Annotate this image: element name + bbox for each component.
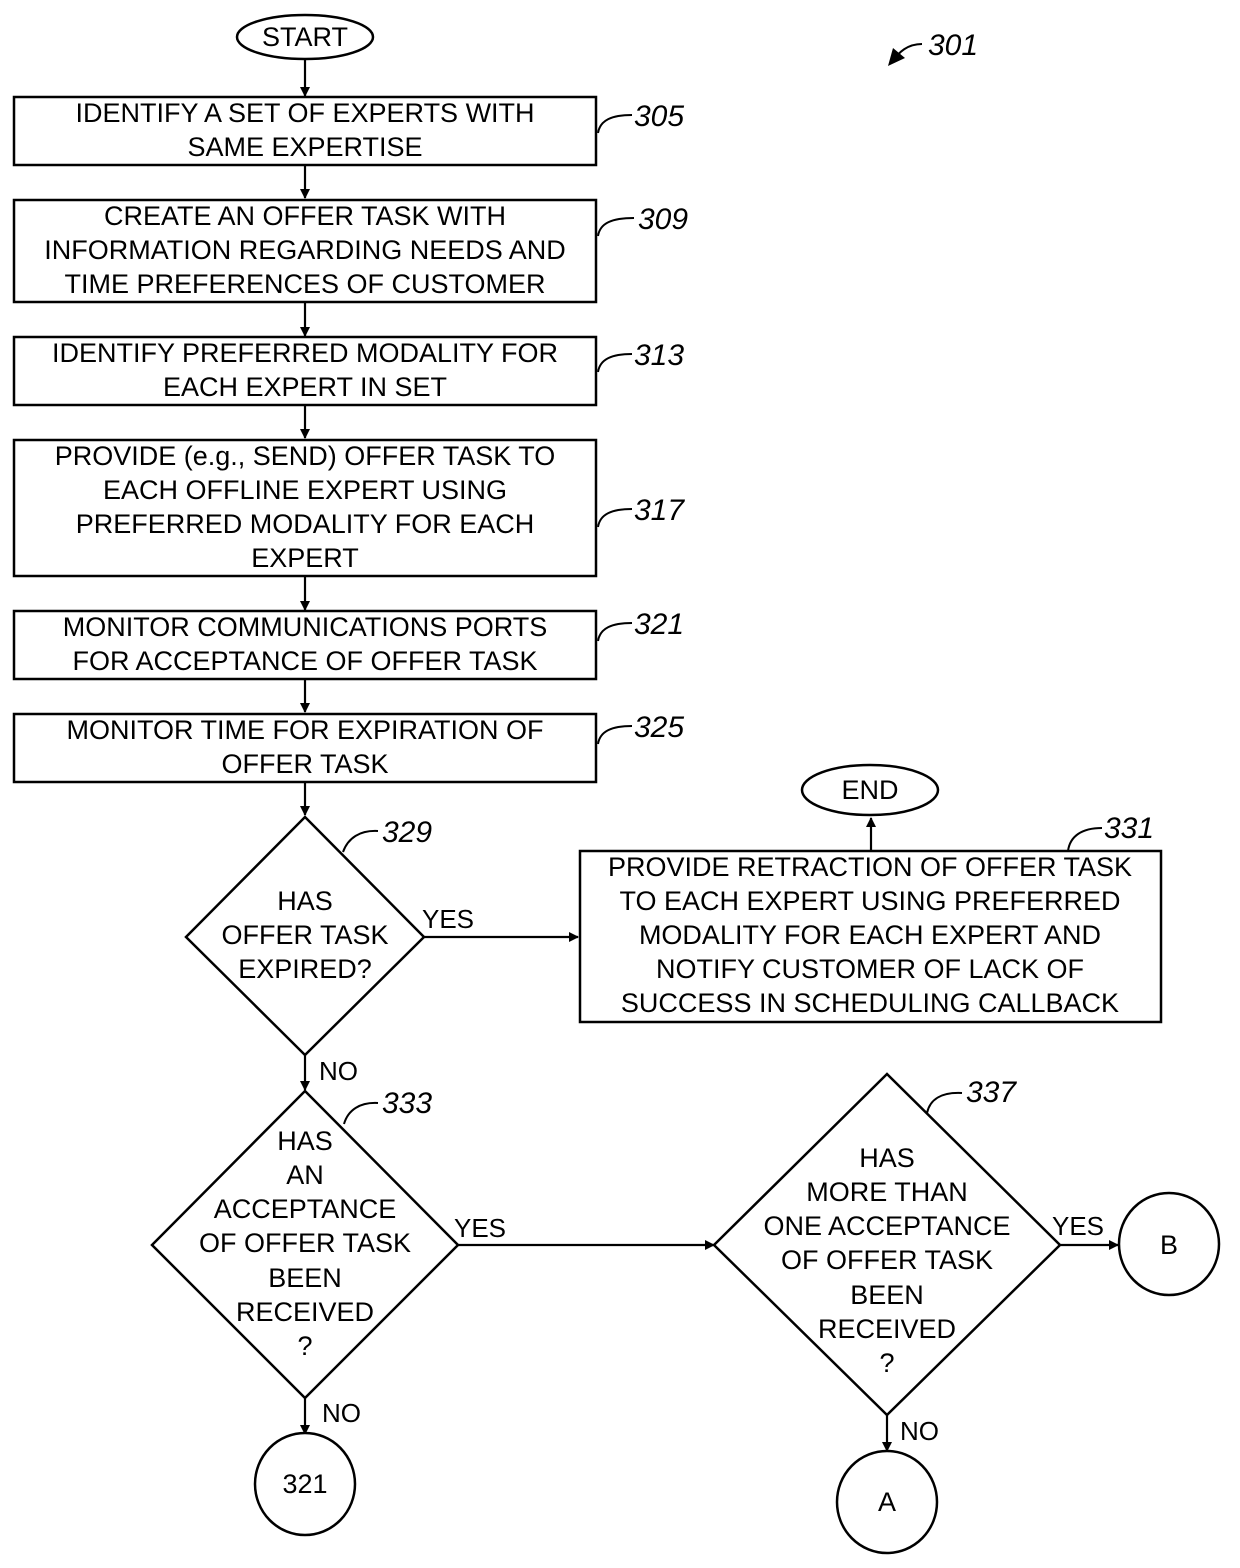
step-331-line-2: TO EACH EXPERT USING PREFERRED [619,886,1120,916]
decision-329-yes-label: YES [422,904,474,934]
step-317-line-4: EXPERT [251,543,359,573]
decision-337-line-7: ? [879,1348,894,1378]
step-325[interactable]: MONITOR TIME FOR EXPIRATION OF OFFER TAS… [12,712,598,784]
decision-337[interactable]: HAS MORE THAN ONE ACCEPTANCE OF OFFER TA… [712,1072,1062,1417]
step-331-line-4: NOTIFY CUSTOMER OF LACK OF [656,954,1084,984]
ref-309-leader [597,217,635,237]
decision-329-line-1: HAS [277,886,333,916]
step-305-line-2: SAME EXPERTISE [187,132,422,162]
step-317-line-3: PREFERRED MODALITY FOR EACH [76,509,535,539]
decision-333-line-1: HAS [277,1126,333,1156]
decision-333-yes-label: YES [454,1213,506,1243]
decision-333-no-label: NO [322,1398,361,1428]
decision-337-line-5: BEEN [850,1280,924,1310]
step-321-line-1: MONITOR COMMUNICATIONS PORTS [63,612,548,642]
decision-337-yes-label: YES [1052,1211,1104,1241]
decision-333-line-5: BEEN [268,1263,342,1293]
decision-333-line-6: RECEIVED [236,1297,374,1327]
decision-329[interactable]: HAS OFFER TASK EXPIRED? [184,815,426,1057]
ref-333-leader [343,1101,379,1125]
ref-317-leader [597,508,633,528]
decision-329-line-3: EXPIRED? [238,954,372,984]
figure-ref: 301 [888,29,978,66]
connector-a-label: A [878,1487,896,1517]
ref-329-leader [342,829,379,853]
end-label: END [841,775,898,805]
decision-333-line-3: ACCEPTANCE [214,1194,397,1224]
ref-317: 317 [634,494,685,527]
step-331[interactable]: PROVIDE RETRACTION OF OFFER TASK TO EACH… [578,849,1163,1024]
decision-333-line-7: ? [297,1331,312,1361]
ref-331-leader [1067,827,1103,852]
ref-321: 321 [634,608,684,641]
decision-329-no-label: NO [319,1056,358,1086]
step-325-line-2: OFFER TASK [221,749,388,779]
ref-305: 305 [634,100,684,133]
decision-337-line-3: ONE ACCEPTANCE [763,1211,1010,1241]
step-305[interactable]: IDENTIFY A SET OF EXPERTS WITH SAME EXPE… [12,95,598,167]
step-331-line-3: MODALITY FOR EACH EXPERT AND [639,920,1101,950]
connector-b-label: B [1160,1230,1178,1260]
ref-313-leader [597,353,633,373]
decision-329-line-2: OFFER TASK [221,920,388,950]
decision-333[interactable]: HAS AN ACCEPTANCE OF OFFER TASK BEEN REC… [150,1089,460,1400]
ref-309: 309 [638,203,688,236]
step-321[interactable]: MONITOR COMMUNICATIONS PORTS FOR ACCEPTA… [12,609,598,681]
step-309[interactable]: CREATE AN OFFER TASK WITH INFORMATION RE… [12,198,598,304]
connector-321-label: 321 [282,1469,327,1499]
step-309-line-2: INFORMATION REGARDING NEEDS AND [44,235,566,265]
ref-321-leader [597,622,633,642]
start-label: START [262,22,348,52]
step-313-line-2: EACH EXPERT IN SET [163,372,447,402]
decision-333-line-4: OF OFFER TASK [199,1228,411,1258]
flowchart: 301 START IDENTIFY A SET OF EXPERTS WITH… [12,13,1221,1555]
ref-333: 333 [382,1087,432,1120]
decision-337-line-2: MORE THAN [806,1177,968,1207]
decision-337-line-6: RECEIVED [818,1314,956,1344]
step-317[interactable]: PROVIDE (e.g., SEND) OFFER TASK TO EACH … [12,438,598,578]
end-terminal[interactable]: END [800,763,940,817]
start-terminal[interactable]: START [235,13,375,61]
step-317-line-2: EACH OFFLINE EXPERT USING [103,475,507,505]
step-309-line-1: CREATE AN OFFER TASK WITH [104,201,506,231]
ref-325-leader [597,725,633,745]
connector-a[interactable]: A [835,1449,939,1555]
decision-337-line-1: HAS [859,1143,915,1173]
ref-325: 325 [634,711,684,744]
step-331-line-5: SUCCESS IN SCHEDULING CALLBACK [621,988,1119,1018]
connector-b[interactable]: B [1117,1191,1221,1297]
decision-333-line-2: AN [286,1160,324,1190]
ref-329: 329 [382,816,432,849]
ref-305-leader [597,114,633,134]
step-325-line-1: MONITOR TIME FOR EXPIRATION OF [66,715,543,745]
decision-337-line-4: OF OFFER TASK [781,1245,993,1275]
ref-313: 313 [634,339,684,372]
ref-337-leader [926,1091,963,1114]
step-313[interactable]: IDENTIFY PREFERRED MODALITY FOR EACH EXP… [12,335,598,407]
ref-337: 337 [966,1076,1017,1109]
decision-337-no-label: NO [900,1416,939,1446]
step-305-line-1: IDENTIFY A SET OF EXPERTS WITH [75,98,534,128]
connector-321[interactable]: 321 [253,1431,357,1537]
step-317-line-1: PROVIDE (e.g., SEND) OFFER TASK TO [55,441,556,471]
ref-331: 331 [1104,812,1154,845]
step-309-line-3: TIME PREFERENCES OF CUSTOMER [64,269,545,299]
step-313-line-1: IDENTIFY PREFERRED MODALITY FOR [52,338,558,368]
step-331-line-1: PROVIDE RETRACTION OF OFFER TASK [608,852,1132,882]
figure-ref-label: 301 [928,29,978,62]
step-321-line-2: FOR ACCEPTANCE OF OFFER TASK [72,646,537,676]
